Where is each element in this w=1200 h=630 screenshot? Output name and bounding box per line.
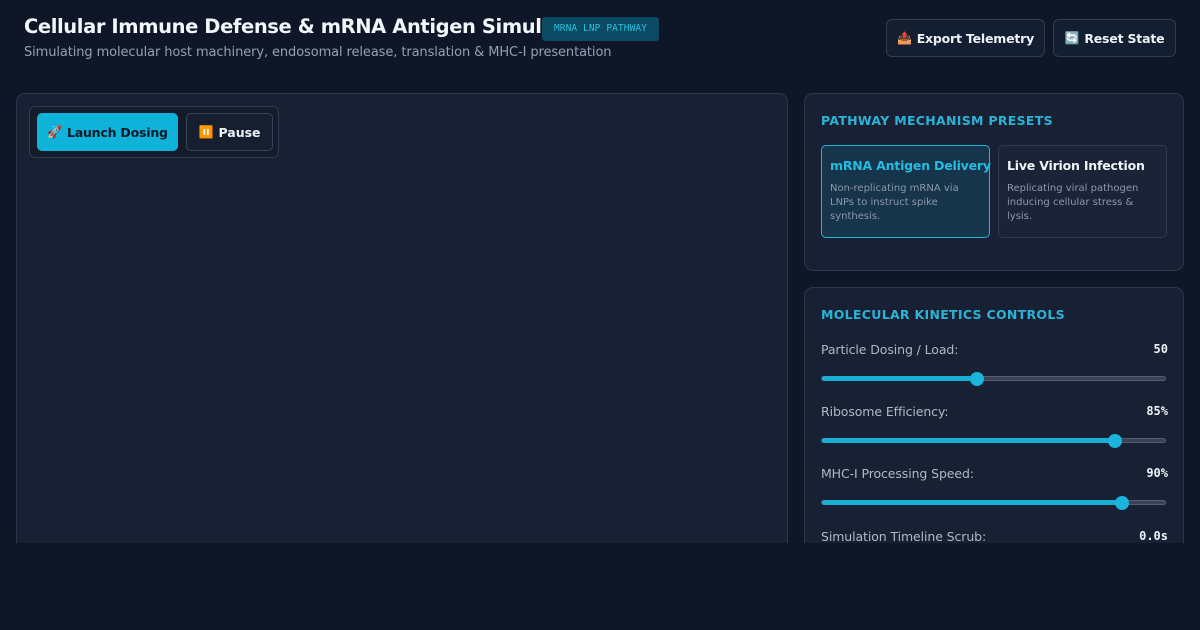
reset-icon: 🔄: [1064, 31, 1080, 45]
pause-label: Pause: [218, 124, 261, 140]
pathway-presets-card: PATHWAY MECHANISM PRESETS mRNA Antigen D…: [804, 93, 1184, 271]
pause-button[interactable]: ⏸️ Pause: [186, 113, 273, 151]
slider-track[interactable]: [821, 372, 1166, 386]
launch-dosing-label: Launch Dosing: [66, 124, 168, 140]
export-icon: 📤: [896, 31, 912, 45]
slider-value: 0.0s: [1139, 529, 1168, 543]
page-title: Cellular Immune Defense & mRNA Antigen S…: [24, 15, 586, 38]
slider-thumb[interactable]: [1108, 434, 1123, 448]
slider-value: 90%: [1146, 466, 1168, 480]
slider-value: 85%: [1146, 404, 1168, 418]
export-telemetry-button[interactable]: 📤 Export Telemetry: [886, 19, 1045, 57]
rocket-icon: 🚀: [47, 125, 62, 139]
preset-name: Live Virion Infection: [1007, 158, 1145, 173]
viewport-bottom-background: [0, 543, 1200, 630]
slider-track[interactable]: [821, 496, 1166, 510]
kinetics-controls-card: MOLECULAR KINETICS CONTROLS Particle Dos…: [804, 287, 1184, 553]
preset-mrna-antigen-delivery[interactable]: mRNA Antigen Delivery Non-replicating mR…: [821, 145, 991, 238]
preset-name: mRNA Antigen Delivery: [830, 158, 991, 173]
slider-fill: [822, 438, 1116, 443]
slider-label: Simulation Timeline Scrub:: [821, 529, 987, 544]
preset-description: Non-replicating mRNA via LNPs to instruc…: [830, 183, 959, 222]
kinetics-title: MOLECULAR KINETICS CONTROLS: [821, 307, 1065, 322]
slider-track[interactable]: [821, 434, 1166, 448]
slider-value: 50: [1153, 342, 1168, 356]
reset-state-label: Reset State: [1084, 30, 1165, 46]
slider-fill: [822, 500, 1123, 505]
page-subtitle: Simulating molecular host machinery, end…: [24, 45, 612, 60]
reset-state-button[interactable]: 🔄 Reset State: [1053, 19, 1176, 57]
simulation-controls: 🚀 Launch Dosing ⏸️ Pause: [29, 106, 279, 158]
slider-label: Particle Dosing / Load:: [821, 342, 959, 357]
preset-description: Replicating viral pathogen inducing cell…: [1007, 183, 1139, 222]
presets-title: PATHWAY MECHANISM PRESETS: [821, 113, 1053, 128]
slider-label: Ribosome Efficiency:: [821, 404, 949, 419]
slider-thumb[interactable]: [1115, 496, 1130, 510]
slider-label: MHC-I Processing Speed:: [821, 466, 974, 481]
simulation-canvas-panel[interactable]: 🚀 Launch Dosing ⏸️ Pause: [16, 93, 788, 553]
preset-live-virion-infection[interactable]: Live Virion Infection Replicating viral …: [998, 145, 1167, 238]
launch-dosing-button[interactable]: 🚀 Launch Dosing: [37, 113, 178, 151]
export-telemetry-label: Export Telemetry: [916, 30, 1035, 46]
slider-fill: [822, 376, 978, 381]
slider-thumb[interactable]: [970, 372, 985, 386]
pause-icon: ⏸️: [198, 125, 214, 139]
pathway-badge: MRNA LNP PATHWAY: [542, 17, 659, 41]
